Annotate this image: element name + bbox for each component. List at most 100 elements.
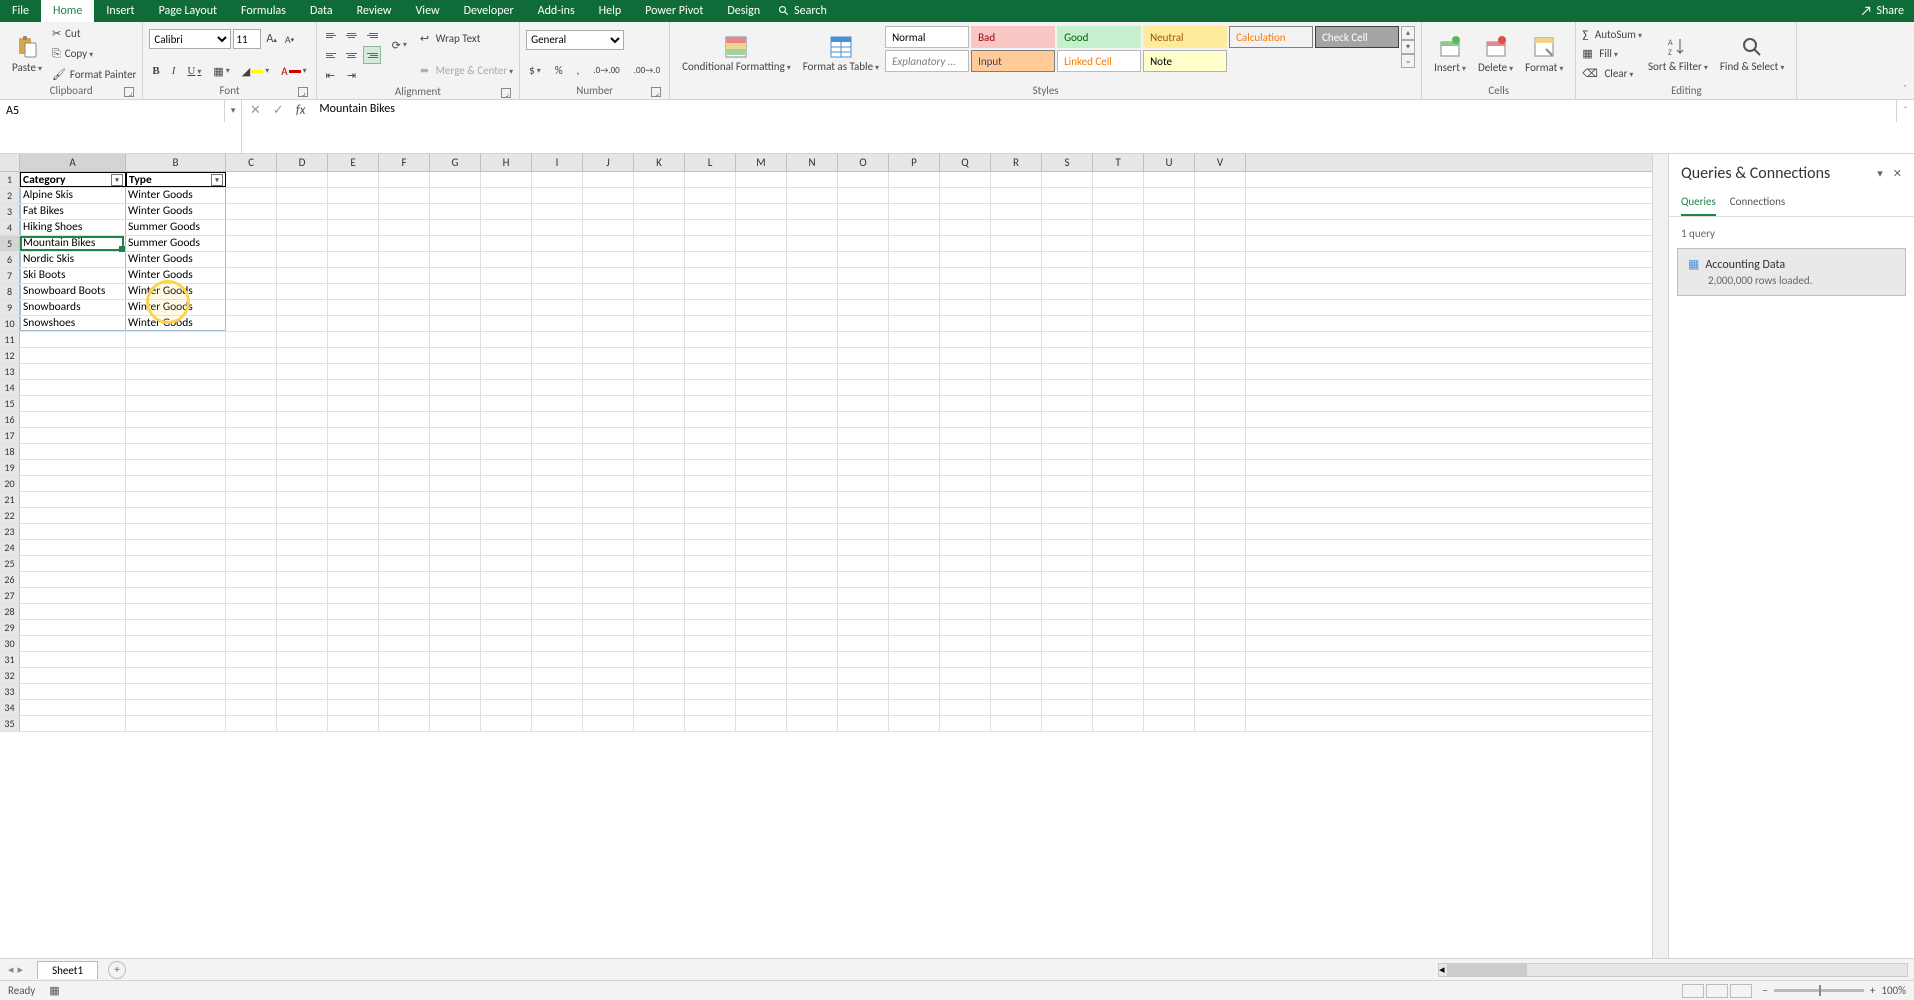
col-header-I[interactable]: I <box>532 154 583 171</box>
cell-G21[interactable] <box>430 492 481 507</box>
cell-R16[interactable] <box>991 412 1042 427</box>
cell-B27[interactable] <box>126 588 226 603</box>
cell-U18[interactable] <box>1144 444 1195 459</box>
cell-Q6[interactable] <box>940 252 991 267</box>
cell-B35[interactable] <box>126 716 226 731</box>
cell-F14[interactable] <box>379 380 430 395</box>
cell-F7[interactable] <box>379 268 430 283</box>
cell-R22[interactable] <box>991 508 1042 523</box>
cell-J24[interactable] <box>583 540 634 555</box>
cell-N34[interactable] <box>787 700 838 715</box>
col-header-Q[interactable]: Q <box>940 154 991 171</box>
cell-U19[interactable] <box>1144 460 1195 475</box>
fill-color-button[interactable]: ◢ <box>239 64 272 79</box>
tab-review[interactable]: Review <box>345 0 404 22</box>
cell-V35[interactable] <box>1195 716 1246 731</box>
cell-F20[interactable] <box>379 476 430 491</box>
cell-L25[interactable] <box>685 556 736 571</box>
tab-file[interactable]: File <box>0 0 41 22</box>
row-header-13[interactable]: 13 <box>0 364 20 379</box>
cell-O12[interactable] <box>838 348 889 363</box>
cell-F29[interactable] <box>379 620 430 635</box>
cell-H9[interactable] <box>481 300 532 315</box>
row-header-29[interactable]: 29 <box>0 620 20 635</box>
cell-H19[interactable] <box>481 460 532 475</box>
cell-styles-gallery[interactable]: NormalBadGoodNeutralCalculationCheck Cel… <box>885 26 1399 82</box>
cell-Q28[interactable] <box>940 604 991 619</box>
cell-J30[interactable] <box>583 636 634 651</box>
cell-Q3[interactable] <box>940 204 991 219</box>
row-header-26[interactable]: 26 <box>0 572 20 587</box>
cell-I30[interactable] <box>532 636 583 651</box>
cell-T20[interactable] <box>1093 476 1144 491</box>
cell-F2[interactable] <box>379 188 430 203</box>
tab-formulas[interactable]: Formulas <box>229 0 298 22</box>
row-header-14[interactable]: 14 <box>0 380 20 395</box>
cell-F22[interactable] <box>379 508 430 523</box>
cell-N15[interactable] <box>787 396 838 411</box>
cell-O18[interactable] <box>838 444 889 459</box>
cell-O31[interactable] <box>838 652 889 667</box>
cell-H27[interactable] <box>481 588 532 603</box>
cell-S27[interactable] <box>1042 588 1093 603</box>
cell-E34[interactable] <box>328 700 379 715</box>
cell-F1[interactable] <box>379 172 430 187</box>
cell-J12[interactable] <box>583 348 634 363</box>
cell-T19[interactable] <box>1093 460 1144 475</box>
cell-S13[interactable] <box>1042 364 1093 379</box>
cell-M6[interactable] <box>736 252 787 267</box>
cell-T28[interactable] <box>1093 604 1144 619</box>
alignment-dialog-launcher[interactable] <box>501 88 511 98</box>
cell-O29[interactable] <box>838 620 889 635</box>
cell-E28[interactable] <box>328 604 379 619</box>
cell-T25[interactable] <box>1093 556 1144 571</box>
cell-F9[interactable] <box>379 300 430 315</box>
cell-D25[interactable] <box>277 556 328 571</box>
cell-R24[interactable] <box>991 540 1042 555</box>
cell-J17[interactable] <box>583 428 634 443</box>
cell-L14[interactable] <box>685 380 736 395</box>
cell-M20[interactable] <box>736 476 787 491</box>
cell-I6[interactable] <box>532 252 583 267</box>
cell-O24[interactable] <box>838 540 889 555</box>
col-header-S[interactable]: S <box>1042 154 1093 171</box>
cell-C32[interactable] <box>226 668 277 683</box>
cell-H7[interactable] <box>481 268 532 283</box>
font-name-select[interactable]: Calibri <box>149 29 231 49</box>
cell-H22[interactable] <box>481 508 532 523</box>
cell-B5[interactable]: Summer Goods <box>126 236 226 251</box>
formula-bar[interactable]: Mountain Bikes <box>313 100 1896 153</box>
tab-data[interactable]: Data <box>298 0 345 22</box>
cell-O7[interactable] <box>838 268 889 283</box>
cell-G31[interactable] <box>430 652 481 667</box>
cell-D20[interactable] <box>277 476 328 491</box>
cell-F28[interactable] <box>379 604 430 619</box>
cell-U29[interactable] <box>1144 620 1195 635</box>
cell-C34[interactable] <box>226 700 277 715</box>
cell-F3[interactable] <box>379 204 430 219</box>
cell-G9[interactable] <box>430 300 481 315</box>
cell-C27[interactable] <box>226 588 277 603</box>
cell-K14[interactable] <box>634 380 685 395</box>
cell-K32[interactable] <box>634 668 685 683</box>
col-header-U[interactable]: U <box>1144 154 1195 171</box>
cell-K20[interactable] <box>634 476 685 491</box>
cell-Q8[interactable] <box>940 284 991 299</box>
cell-B8[interactable]: Winter Goods <box>126 284 226 299</box>
cell-M23[interactable] <box>736 524 787 539</box>
cell-U4[interactable] <box>1144 220 1195 235</box>
worksheet-grid[interactable]: ABCDEFGHIJKLMNOPQRSTUV 1Category▾Type▾2A… <box>0 154 1652 958</box>
cell-L18[interactable] <box>685 444 736 459</box>
cell-Q13[interactable] <box>940 364 991 379</box>
cell-C6[interactable] <box>226 252 277 267</box>
cell-V28[interactable] <box>1195 604 1246 619</box>
cell-V25[interactable] <box>1195 556 1246 571</box>
cell-B32[interactable] <box>126 668 226 683</box>
cell-E8[interactable] <box>328 284 379 299</box>
cell-J21[interactable] <box>583 492 634 507</box>
cell-J13[interactable] <box>583 364 634 379</box>
cell-S6[interactable] <box>1042 252 1093 267</box>
cell-E10[interactable] <box>328 316 379 331</box>
cell-S32[interactable] <box>1042 668 1093 683</box>
col-header-E[interactable]: E <box>328 154 379 171</box>
